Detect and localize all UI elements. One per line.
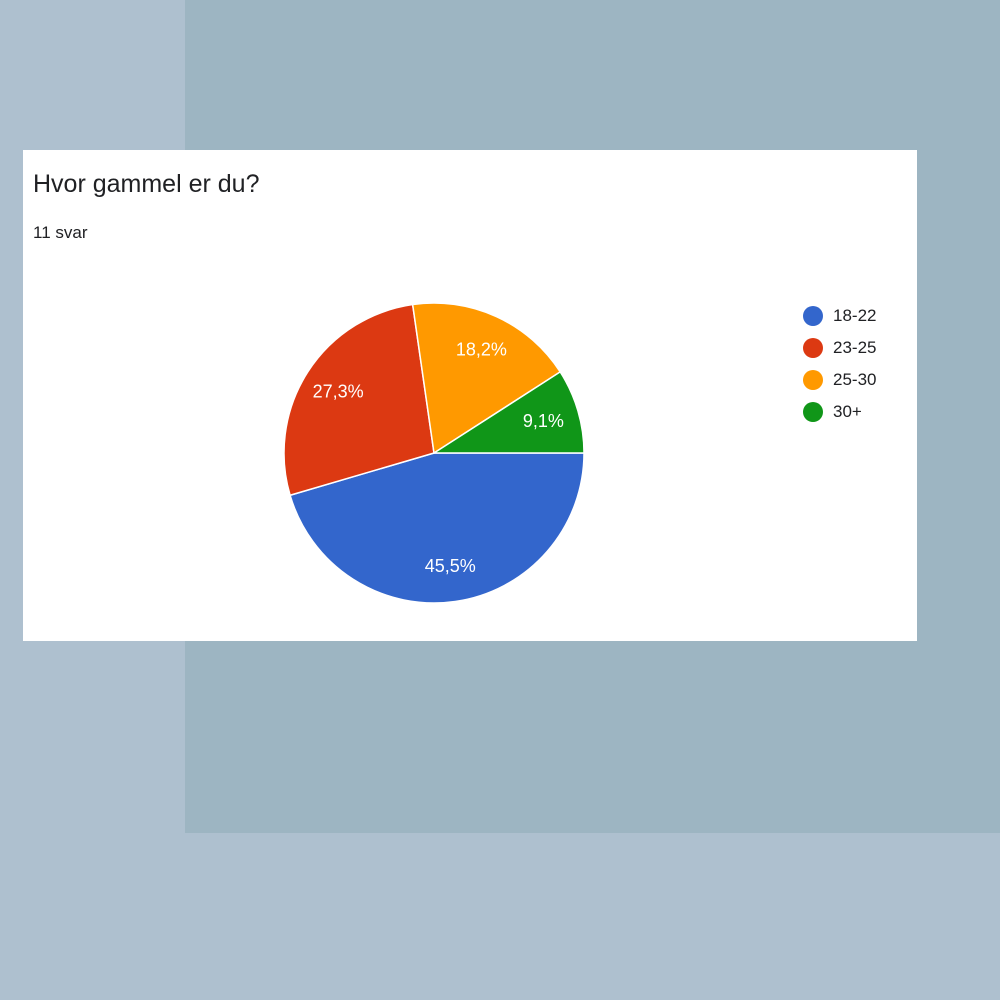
slice-label: 9,1%	[523, 411, 564, 431]
legend-dot	[803, 402, 823, 422]
slice-label: 27,3%	[313, 381, 364, 401]
legend-item-30-plus[interactable]: 30+	[803, 396, 876, 428]
legend-label: 25-30	[833, 370, 877, 389]
legend-label: 23-25	[833, 338, 877, 357]
legend-label: 30+	[833, 402, 862, 421]
slice-label: 18,2%	[456, 339, 507, 359]
legend-item-18-22[interactable]: 18-22	[803, 300, 876, 332]
chart-legend: 18-22 23-25 25-30 30+	[803, 300, 876, 428]
legend-dot	[803, 306, 823, 326]
slice-label: 45,5%	[425, 556, 476, 576]
legend-item-25-30[interactable]: 25-30	[803, 364, 876, 396]
legend-dot	[803, 370, 823, 390]
chart-card: Hvor gammel er du? 11 svar 45,5% 27,3% 18,…	[23, 150, 917, 641]
legend-dot	[803, 338, 823, 358]
legend-label: 18-22	[833, 306, 877, 325]
pie-chart: 45,5% 27,3% 18,2% 9,1%	[283, 302, 585, 604]
legend-item-23-25[interactable]: 23-25	[803, 332, 876, 364]
